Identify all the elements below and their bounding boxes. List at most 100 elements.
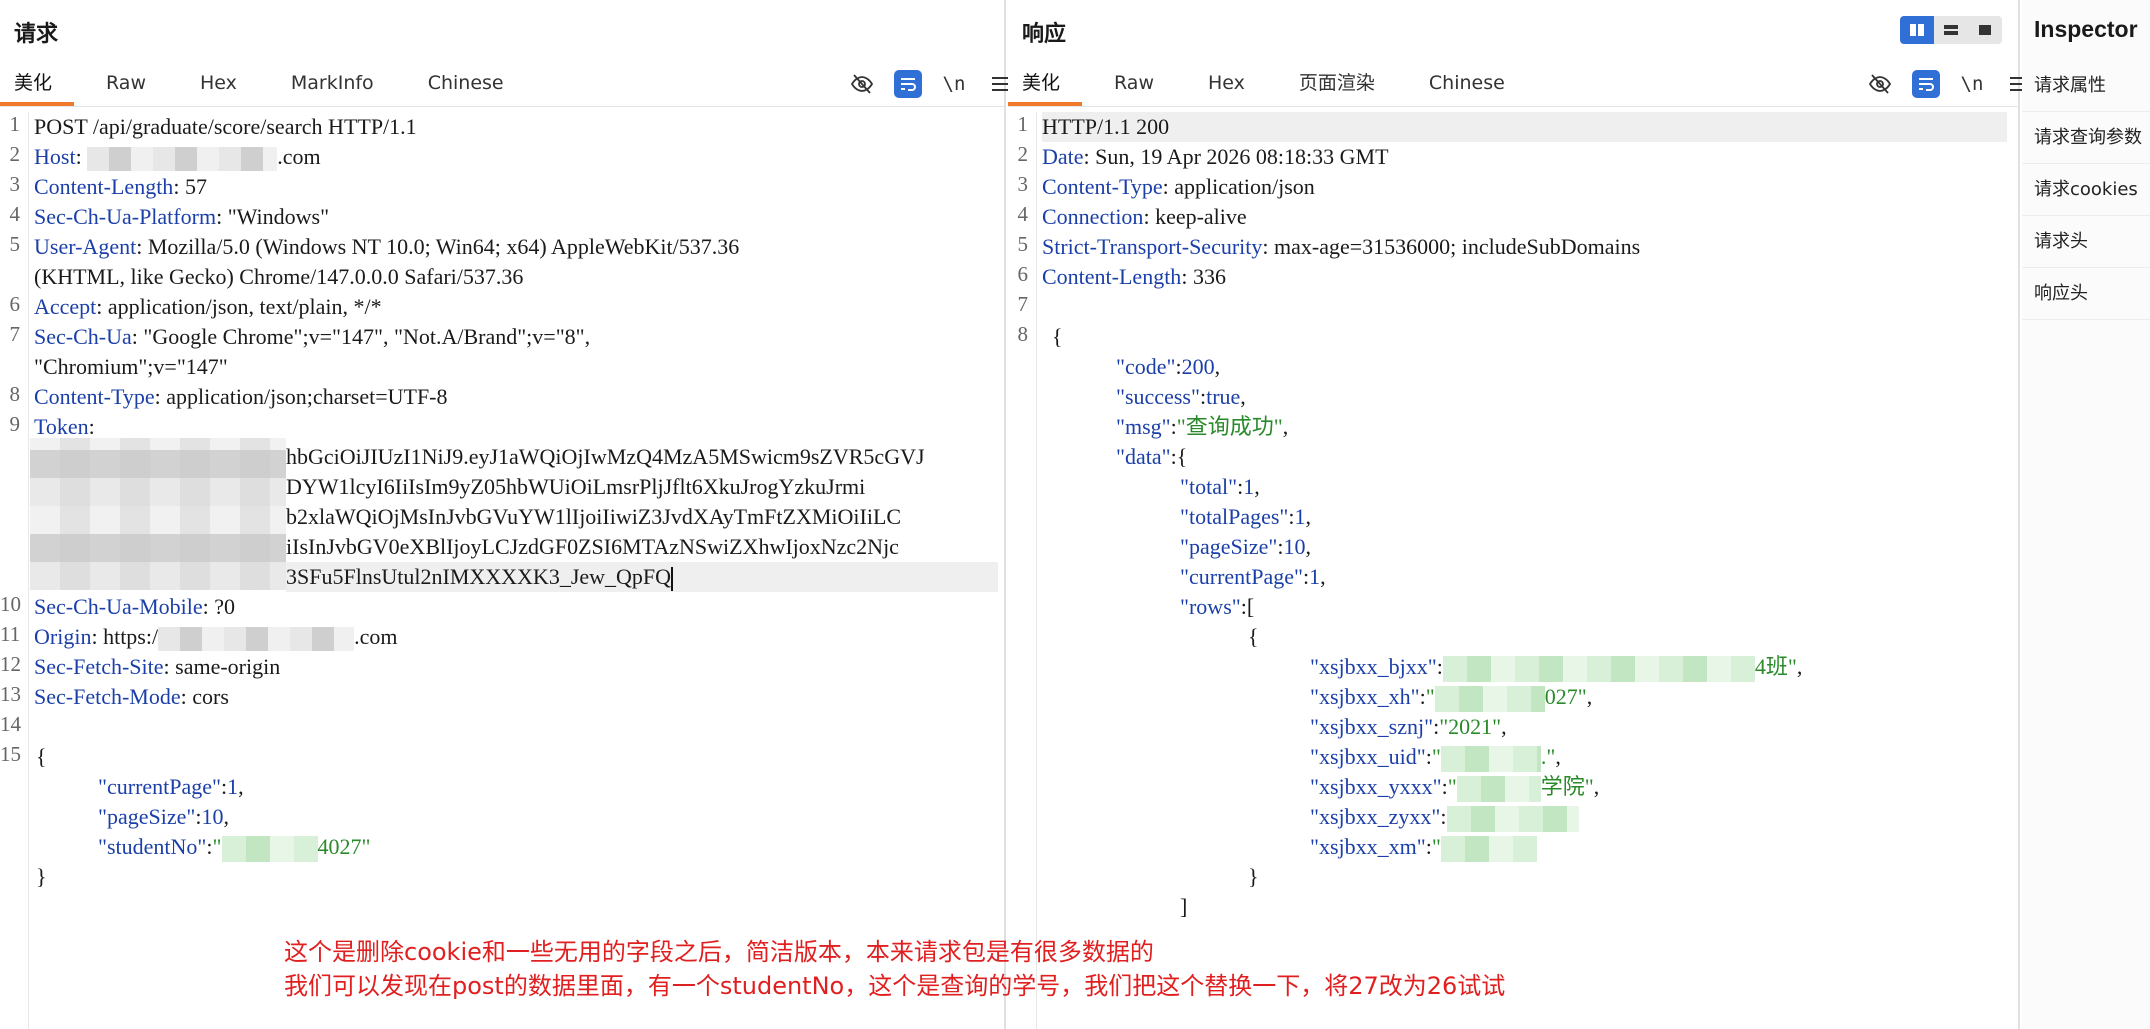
- header-platform: Sec-Ch-Ua-Platform: "Windows": [34, 204, 330, 229]
- json-student-no: "studentNo":" 4027": [98, 832, 371, 862]
- token-chunk: hbGciOiJIUzI1NiJ9.eyJ1aWQiOjIwMzQ4MzA5MS…: [286, 444, 925, 469]
- tabs-divider: [1008, 106, 2018, 107]
- resp-tab-render[interactable]: 页面渲染: [1285, 68, 1397, 108]
- hide-eye-icon[interactable]: [848, 70, 876, 98]
- wrap-lines-icon[interactable]: [894, 70, 922, 98]
- header-fetch-site: Sec-Fetch-Site: same-origin: [34, 654, 281, 679]
- inspector-item-request-headers[interactable]: 请求头: [2022, 216, 2150, 268]
- header-fetch-mode: Sec-Fetch-Mode: cors: [34, 684, 229, 709]
- response-toolbar: \n: [1866, 68, 2032, 100]
- redacted-origin: [158, 626, 355, 651]
- header-content-type: Content-Type: application/json: [1042, 174, 1315, 199]
- wrap-lines-icon[interactable]: [1912, 70, 1940, 98]
- inspector-item-request-cookies[interactable]: 请求cookies: [2022, 164, 2150, 216]
- header-user-agent-cont: (KHTML, like Gecko) Chrome/147.0.0.0 Saf…: [34, 264, 524, 289]
- json-page-size: "pageSize":10,: [1180, 534, 1311, 559]
- inspector-item-query-params[interactable]: 请求查询参数: [2022, 112, 2150, 164]
- tabs-divider: [0, 106, 1004, 107]
- token-chunk: iIsInJvbGV0eXBlIjoyLCJzdGF0ZSI6MTAzNSwiZ…: [286, 534, 899, 559]
- json-rows: "rows":[: [1180, 594, 1255, 619]
- header-content-length: Content-Length: 57: [34, 174, 207, 199]
- json-xh: "xsjbxx_xh":" 027",: [1310, 682, 1592, 712]
- json-current-page: "currentPage":1,: [98, 774, 244, 799]
- json-sznj: "xsjbxx_sznj":"2021",: [1310, 714, 1507, 739]
- json-current-page: "currentPage":1,: [1180, 564, 1326, 589]
- redacted-host: [87, 146, 278, 171]
- header-accept: Accept: application/json, text/plain, */…: [34, 294, 382, 319]
- header-user-agent: User-Agent: Mozilla/5.0 (Windows NT 10.0…: [34, 234, 740, 259]
- json-code: "code":200,: [1116, 354, 1221, 379]
- resp-tab-hex[interactable]: Hex: [1194, 68, 1267, 108]
- json-xm: "xsjbxx_xm":": [1310, 832, 1537, 862]
- header-date: Date: Sun, 19 Apr 2026 08:18:33 GMT: [1042, 144, 1389, 169]
- header-hsts: Strict-Transport-Security: max-age=31536…: [1042, 234, 1641, 259]
- redacted-value: [1434, 685, 1545, 712]
- redacted-student-no: [221, 835, 318, 862]
- redacted-value: [1440, 835, 1537, 862]
- newline-toggle[interactable]: \n: [1958, 70, 1986, 98]
- request-toolbar: \n: [848, 68, 1014, 100]
- header-host: Host: .com: [34, 144, 321, 171]
- line-gutter: 1 2 3 4 5 6 7 8 9 10 11 12 13 14 15: [0, 112, 21, 766]
- json-brace-open: {: [1052, 324, 1063, 349]
- req-tab-pretty[interactable]: 美化: [0, 68, 75, 108]
- json-total: "total":1,: [1180, 474, 1260, 499]
- response-tabs: 美化 Raw Hex 页面渲染 Chinese: [1008, 68, 1545, 108]
- resp-tab-pretty[interactable]: 美化: [1008, 68, 1083, 108]
- inspector-item-response-headers[interactable]: 响应头: [2022, 268, 2150, 320]
- text-cursor: [671, 566, 674, 591]
- json-zyxx: "xsjbxx_zyxx":: [1310, 802, 1579, 832]
- req-tab-hex[interactable]: Hex: [186, 68, 259, 108]
- req-tab-chinese[interactable]: Chinese: [414, 68, 526, 108]
- header-content-length: Content-Length: 336: [1042, 264, 1226, 289]
- header-sec-ch-ua-cont: "Chromium";v="147": [34, 354, 228, 379]
- token-chunk: b2xlaWQiOjMsInJvbGVuYW1lIjoiIiwiZ3JvdXAy…: [286, 504, 902, 529]
- annotation-line-2: 我们可以发现在post的数据里面，有一个studentNo，这个是查询的学号，我…: [284, 972, 1506, 1000]
- json-brace-close: }: [36, 864, 47, 889]
- json-bjxx: "xsjbxx_bjxx": 4班",: [1310, 652, 1802, 682]
- req-tab-markinfo[interactable]: MarkInfo: [277, 68, 396, 108]
- json-msg: "msg":"查询成功",: [1116, 414, 1289, 439]
- split-columns-icon[interactable]: [1900, 16, 1934, 44]
- json-uid: "xsjbxx_uid":" .",: [1310, 742, 1561, 772]
- header-content-type: Content-Type: application/json;charset=U…: [34, 384, 448, 409]
- response-pane: 响应 美化 Raw Hex 页面渲染 Chinese \n 1 2 3 4 5 …: [1008, 0, 2026, 1029]
- annotation-line-1: 这个是删除cookie和一些无用的字段之后，简洁版本，本来请求包是有很多数据的: [284, 938, 1154, 966]
- request-pane: 请求 美化 Raw Hex MarkInfo Chinese \n 1 2 3 …: [0, 0, 1008, 1029]
- header-connection: Connection: keep-alive: [1042, 204, 1247, 229]
- req-tab-raw[interactable]: Raw: [92, 68, 168, 108]
- layout-toggle: [1900, 16, 2002, 44]
- resp-tab-raw[interactable]: Raw: [1100, 68, 1176, 108]
- token-chunk-current: 3SFu5FlnsUtul2nIMXXXXK3_Jew_QpFQ: [286, 562, 998, 592]
- json-row-open: {: [1248, 624, 1259, 649]
- newline-toggle[interactable]: \n: [940, 70, 968, 98]
- header-origin: Origin: https:/.com: [34, 624, 398, 651]
- inspector-title: Inspector: [2034, 16, 2138, 42]
- header-mobile: Sec-Ch-Ua-Mobile: ?0: [34, 594, 236, 619]
- json-rows-close: ]: [1180, 894, 1188, 919]
- response-editor[interactable]: 1 2 3 4 5 6 7 8 HTTP/1.1 200 Date: Sun, …: [1008, 112, 2018, 1029]
- redacted-value: [1442, 655, 1755, 682]
- json-page-size: "pageSize":10,: [98, 804, 229, 829]
- request-line: POST /api/graduate/score/search HTTP/1.1: [34, 114, 417, 139]
- json-row-close: }: [1248, 864, 1259, 889]
- redacted-value: [1440, 745, 1541, 772]
- hide-eye-icon[interactable]: [1866, 70, 1894, 98]
- response-title: 响应: [1022, 22, 1067, 47]
- resp-tab-chinese[interactable]: Chinese: [1415, 68, 1527, 108]
- json-total-pages: "totalPages":1,: [1180, 504, 1312, 529]
- json-data: "data":{: [1116, 444, 1188, 469]
- token-chunk: DYW1lcyI6IiIsIm9yZ05hbWUiOiLmsrPljJflt6X…: [286, 474, 866, 499]
- json-success: "success":true,: [1116, 384, 1246, 409]
- split-rows-icon[interactable]: [1934, 16, 1968, 44]
- header-sec-ch-ua: Sec-Ch-Ua: "Google Chrome";v="147", "Not…: [34, 324, 591, 349]
- line-gutter: 1 2 3 4 5 6 7 8: [1017, 112, 1029, 346]
- redacted-token-mosaic: [30, 438, 286, 590]
- redacted-value: [1456, 775, 1541, 802]
- request-editor[interactable]: 1 2 3 4 5 6 7 8 9 10 11 12 13 14 15 POST…: [0, 112, 1004, 1029]
- json-brace-open: {: [36, 744, 47, 769]
- json-yxxx: "xsjbxx_yxxx":" 学院",: [1310, 772, 1599, 802]
- single-view-icon[interactable]: [1968, 16, 2002, 44]
- inspector-panel: Inspector 请求属性 请求查询参数 请求cookies 请求头 响应头: [2022, 0, 2150, 1029]
- inspector-item-request-attributes[interactable]: 请求属性: [2022, 60, 2150, 112]
